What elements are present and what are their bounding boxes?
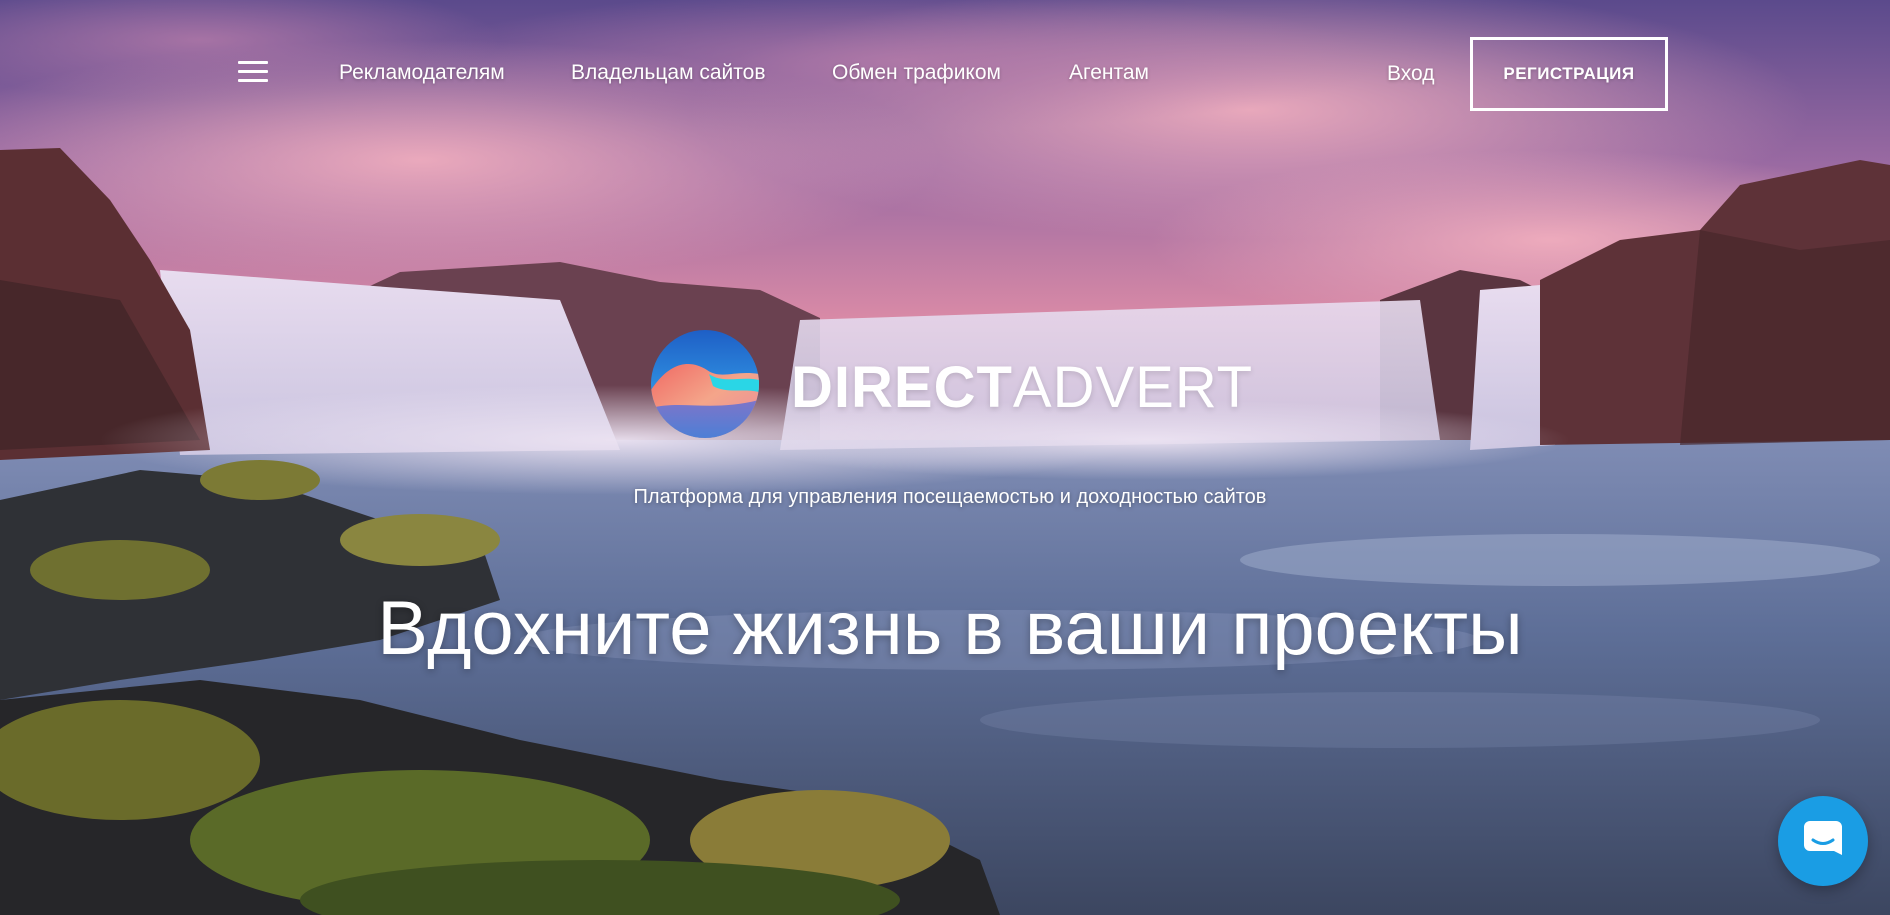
register-button[interactable]: РЕГИСТРАЦИЯ xyxy=(1470,37,1668,111)
nav-site-owners[interactable]: Владельцам сайтов xyxy=(571,60,765,86)
nav-traffic-exchange[interactable]: Обмен трафиком xyxy=(832,60,1001,86)
top-navigation: Рекламодателям Владельцам сайтов Обмен т… xyxy=(0,0,1890,150)
nav-advertisers[interactable]: Рекламодателям xyxy=(339,60,505,86)
logo-text-bold: DIRECT xyxy=(791,355,1013,420)
logo-wordmark: DIRECTADVERT xyxy=(791,358,1253,418)
hero-subtitle: Платформа для управления посещаемостью и… xyxy=(633,486,1267,508)
hamburger-menu-icon[interactable] xyxy=(236,58,270,86)
nav-agents[interactable]: Агентам xyxy=(1069,60,1149,86)
chat-bubble-icon xyxy=(1804,821,1842,855)
login-link[interactable]: Вход xyxy=(1387,61,1435,87)
logo[interactable]: DIRECTADVERT xyxy=(651,330,1253,440)
logo-text-light: ADVERT xyxy=(1012,355,1254,420)
wave-circle-logo-icon xyxy=(651,330,759,438)
chat-button[interactable] xyxy=(1778,796,1868,886)
hero-headline: Вдохните жизнь в ваши проекты xyxy=(377,586,1523,671)
